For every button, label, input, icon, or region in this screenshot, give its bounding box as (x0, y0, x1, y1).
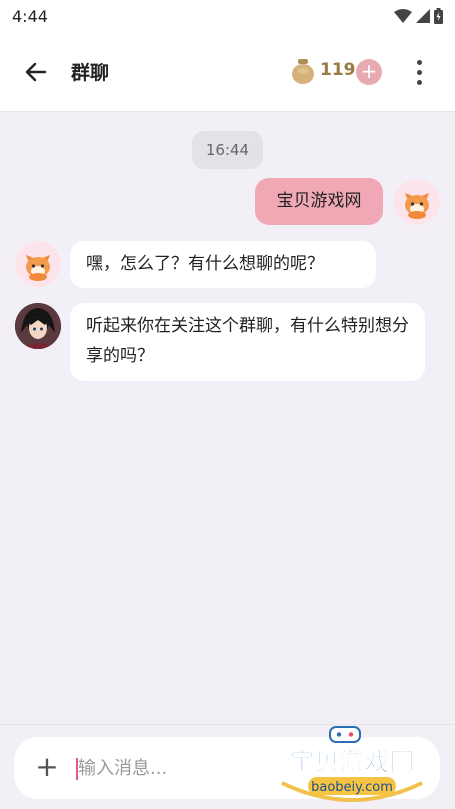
attach-button[interactable]: + (32, 752, 62, 782)
status-bar: 4:44 (0, 0, 455, 32)
chat-area[interactable]: 16:44 宝贝游戏网 嘿，怎么了？有什么想聊的呢？ 听起来你在关注这个群聊，有… (0, 112, 455, 724)
status-icons (394, 8, 443, 24)
character-avatar[interactable] (15, 303, 61, 349)
page-title: 群聊 (71, 62, 110, 84)
add-coin-button[interactable]: + (356, 59, 382, 85)
composer-bar: + 宝贝游戏网 baobeiy.com (0, 724, 455, 809)
my-avatar[interactable] (394, 179, 440, 225)
signal-icon (416, 9, 430, 23)
site-watermark: 宝贝游戏网 baobeiy.com (281, 726, 423, 802)
arrow-left-icon (25, 62, 47, 82)
more-dot-icon (416, 69, 422, 75)
more-dot-icon (416, 59, 422, 65)
sent-message-bubble[interactable]: 宝贝游戏网 (255, 178, 383, 225)
coin-count: 119 (320, 60, 356, 80)
fox-avatar-icon (26, 255, 50, 281)
more-dot-icon (416, 79, 422, 85)
more-options-button[interactable] (408, 56, 430, 88)
wifi-icon (394, 9, 412, 23)
back-button[interactable] (20, 56, 52, 88)
received-message-bubble[interactable]: 听起来你在关注这个群聊，有什么特别想分享的吗？ (70, 303, 425, 381)
status-time: 4:44 (12, 6, 48, 26)
watermark-title: 宝贝游戏网 (289, 747, 414, 776)
coin-jar-icon (292, 59, 314, 84)
fox-bot-avatar[interactable] (15, 241, 61, 287)
message-input[interactable] (78, 749, 278, 787)
battery-icon (434, 8, 443, 24)
fox-avatar-icon (405, 193, 429, 219)
app-bar: 群聊 119 + (0, 32, 455, 112)
watermark-url: baobeiy.com (311, 780, 393, 795)
timestamp-pill: 16:44 (192, 131, 263, 169)
anime-character-avatar-icon (15, 303, 61, 349)
received-message-bubble[interactable]: 嘿，怎么了？有什么想聊的呢？ (70, 241, 376, 288)
